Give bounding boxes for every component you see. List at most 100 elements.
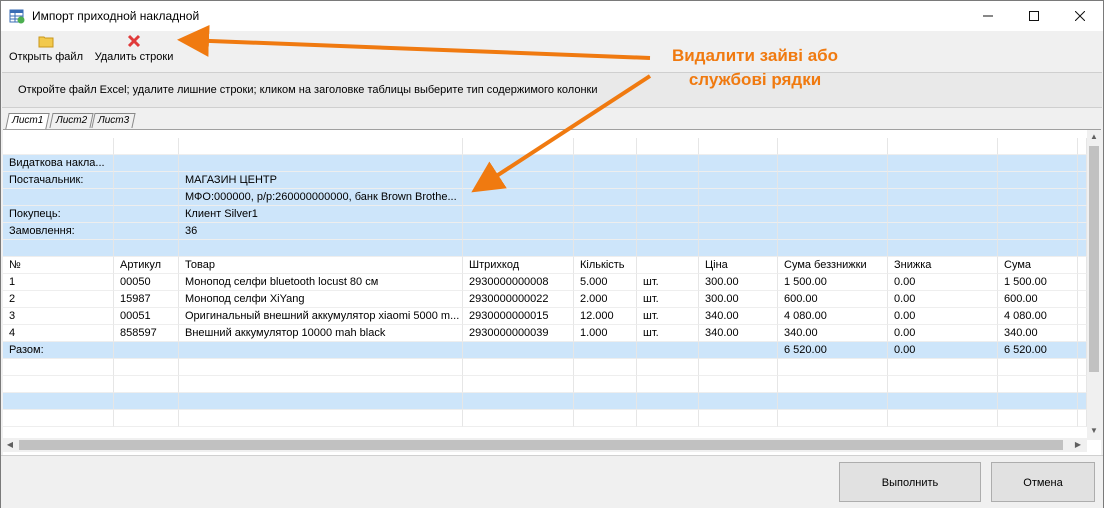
- table-cell[interactable]: [3, 138, 114, 155]
- table-cell[interactable]: [574, 189, 637, 206]
- table-cell[interactable]: Постачальник:: [3, 172, 114, 189]
- table-cell[interactable]: [637, 410, 699, 427]
- table-cell[interactable]: Знижка: [888, 257, 998, 274]
- table-cell[interactable]: [637, 359, 699, 376]
- table-cell[interactable]: 15987: [114, 291, 179, 308]
- table-cell[interactable]: 2930000000015: [463, 308, 574, 325]
- table-cell[interactable]: 2930000000039: [463, 325, 574, 342]
- table-cell[interactable]: [1078, 393, 1087, 410]
- table-cell[interactable]: [1078, 257, 1087, 274]
- scroll-up-icon[interactable]: ▲: [1087, 130, 1101, 144]
- cancel-button[interactable]: Отмена: [991, 462, 1095, 502]
- table-cell[interactable]: [114, 172, 179, 189]
- table-row[interactable]: [3, 359, 1087, 376]
- table-cell[interactable]: [463, 172, 574, 189]
- table-cell[interactable]: [637, 206, 699, 223]
- table-cell[interactable]: [574, 342, 637, 359]
- table-cell[interactable]: [699, 155, 778, 172]
- table-cell[interactable]: 0.00: [888, 325, 998, 342]
- table-cell[interactable]: [463, 342, 574, 359]
- table-cell[interactable]: 0.00: [888, 342, 998, 359]
- table-cell[interactable]: [637, 155, 699, 172]
- horizontal-scroll-thumb[interactable]: [19, 440, 1063, 450]
- table-cell[interactable]: [114, 155, 179, 172]
- table-cell[interactable]: [574, 223, 637, 240]
- table-cell[interactable]: 300.00: [699, 274, 778, 291]
- table-cell[interactable]: Клиент Silver1: [179, 206, 463, 223]
- table-cell[interactable]: шт.: [637, 325, 699, 342]
- table-cell[interactable]: [574, 240, 637, 257]
- table-cell[interactable]: [574, 410, 637, 427]
- table-cell[interactable]: [998, 155, 1078, 172]
- table-row[interactable]: Разом: 6 520.00 0.00 6 520.00: [3, 342, 1087, 359]
- table-row[interactable]: 2 15987 Монопод селфи XiYang 2930000000022 2…: [3, 291, 1087, 308]
- table-cell[interactable]: 0.00: [888, 308, 998, 325]
- minimize-button[interactable]: [965, 1, 1011, 31]
- table-cell[interactable]: [888, 376, 998, 393]
- table-row[interactable]: № Артикул Товар Штрихкод Кількість Ціна Сума б…: [3, 257, 1087, 274]
- table-cell[interactable]: [574, 393, 637, 410]
- table-cell[interactable]: [998, 138, 1078, 155]
- table-cell[interactable]: [998, 206, 1078, 223]
- table-cell[interactable]: 340.00: [778, 325, 888, 342]
- table-cell[interactable]: [888, 410, 998, 427]
- table-cell[interactable]: [1078, 325, 1087, 342]
- table-cell[interactable]: [998, 172, 1078, 189]
- table-cell[interactable]: МФО:000000, р/р:260000000000, банк Brown…: [179, 189, 463, 206]
- table-cell[interactable]: 340.00: [699, 308, 778, 325]
- table-cell[interactable]: [3, 189, 114, 206]
- table-cell[interactable]: [574, 359, 637, 376]
- table-cell[interactable]: [3, 376, 114, 393]
- table-cell[interactable]: [778, 189, 888, 206]
- table-cell[interactable]: [1078, 274, 1087, 291]
- table-cell[interactable]: 0.00: [888, 274, 998, 291]
- table-cell[interactable]: [778, 206, 888, 223]
- table-cell[interactable]: [574, 206, 637, 223]
- table-cell[interactable]: [699, 410, 778, 427]
- table-cell[interactable]: [1078, 138, 1087, 155]
- table-cell[interactable]: 1: [3, 274, 114, 291]
- table-cell[interactable]: [699, 172, 778, 189]
- table-row[interactable]: [3, 138, 1087, 155]
- table-cell[interactable]: [888, 155, 998, 172]
- table-cell[interactable]: [1078, 291, 1087, 308]
- table-cell[interactable]: Внешний аккумулятор 10000 mah black: [179, 325, 463, 342]
- table-cell[interactable]: [3, 240, 114, 257]
- table-cell[interactable]: 6 520.00: [998, 342, 1078, 359]
- table-cell[interactable]: [637, 342, 699, 359]
- table-cell[interactable]: [778, 138, 888, 155]
- table-cell[interactable]: [179, 376, 463, 393]
- table-cell[interactable]: Штрихкод: [463, 257, 574, 274]
- table-cell[interactable]: [888, 172, 998, 189]
- table-cell[interactable]: [179, 359, 463, 376]
- table-cell[interactable]: [637, 138, 699, 155]
- table-cell[interactable]: [1078, 223, 1087, 240]
- data-grid[interactable]: Видаткова накла... Постачальник: МАГАЗИН Ц…: [3, 129, 1101, 456]
- table-cell[interactable]: Замовлення:: [3, 223, 114, 240]
- table-cell[interactable]: [699, 342, 778, 359]
- open-file-button[interactable]: Открыть файл: [7, 33, 85, 67]
- table-cell[interactable]: 1 500.00: [778, 274, 888, 291]
- table-cell[interactable]: [1078, 189, 1087, 206]
- table-cell[interactable]: [463, 223, 574, 240]
- table-cell[interactable]: [3, 393, 114, 410]
- table-cell[interactable]: шт.: [637, 291, 699, 308]
- table-cell[interactable]: [1078, 410, 1087, 427]
- table-cell[interactable]: [998, 376, 1078, 393]
- table-cell[interactable]: [1078, 206, 1087, 223]
- table-cell[interactable]: 2.000: [574, 291, 637, 308]
- table-cell[interactable]: [114, 189, 179, 206]
- table-row[interactable]: Покупець: Клиент Silver1: [3, 206, 1087, 223]
- horizontal-scrollbar[interactable]: ◀ ▶: [3, 438, 1087, 452]
- table-row[interactable]: Постачальник: МАГАЗИН ЦЕНТР: [3, 172, 1087, 189]
- table-cell[interactable]: [778, 155, 888, 172]
- table-cell[interactable]: [778, 172, 888, 189]
- table-cell[interactable]: [114, 223, 179, 240]
- table-cell[interactable]: [1078, 172, 1087, 189]
- table-cell[interactable]: [637, 257, 699, 274]
- table-cell[interactable]: Артикул: [114, 257, 179, 274]
- table-cell[interactable]: [998, 189, 1078, 206]
- table-cell[interactable]: 5.000: [574, 274, 637, 291]
- close-button[interactable]: [1057, 1, 1103, 31]
- table-cell[interactable]: [998, 393, 1078, 410]
